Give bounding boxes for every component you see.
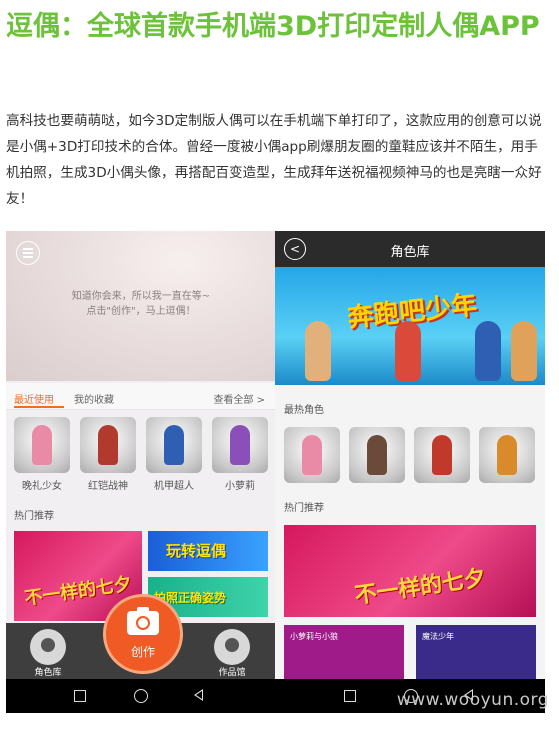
library-title: 角色库 bbox=[390, 245, 430, 260]
gallery-icon-glyph bbox=[225, 638, 239, 652]
recommend-title: 热门推荐 bbox=[284, 503, 324, 514]
nav-gallery-label[interactable]: 作品馆 bbox=[202, 665, 262, 678]
hot-characters-title: 最热角色 bbox=[284, 405, 324, 416]
splash-area: 知道你会来，所以我一直在等~ 点击"创作"，马上逗偶！ bbox=[6, 231, 275, 381]
recent-apps-icon[interactable] bbox=[74, 690, 86, 702]
running-banner[interactable]: 奔跑吧少年 bbox=[275, 267, 545, 385]
recent-apps-icon[interactable] bbox=[344, 690, 356, 702]
splash-line-1: 知道你会来，所以我一直在等~ bbox=[71, 291, 211, 302]
tab-favorites[interactable]: 我的收藏 bbox=[74, 391, 114, 406]
library-icon[interactable] bbox=[30, 629, 66, 665]
gallery-icon[interactable] bbox=[214, 629, 250, 665]
character-figure bbox=[367, 435, 387, 475]
banner-kid bbox=[305, 321, 331, 381]
library-header: < 角色库 bbox=[275, 231, 545, 267]
small-banner-text: 魔法少年 bbox=[422, 632, 454, 641]
menu-icon[interactable] bbox=[16, 241, 40, 265]
right-phone-screenshot: < 角色库 奔跑吧少年 最热角色 热门推荐 不一样的七夕 小萝莉与小狼 魔法少年 bbox=[275, 231, 545, 679]
banner-kid bbox=[475, 321, 501, 381]
watermark: www.wooyun.org bbox=[396, 690, 549, 710]
small-banner[interactable]: 小萝莉与小狼 bbox=[284, 625, 404, 679]
tabs-bar: 最近使用 我的收藏 查看全部 > bbox=[6, 383, 275, 410]
tab-underline bbox=[14, 406, 64, 408]
view-all-link[interactable]: 查看全部 > bbox=[213, 391, 265, 406]
article-paragraph: 高科技也要萌萌哒，如今3D定制版人偶可以在手机端下单打印了，这款应用的创意可以说… bbox=[6, 113, 542, 207]
create-label: 创作 bbox=[130, 645, 155, 659]
article-title: 逗偶：全球首款手机端3D打印定制人偶APP bbox=[6, 11, 540, 42]
character-figure bbox=[164, 425, 184, 465]
create-button[interactable]: 创作 bbox=[103, 594, 183, 674]
character-card[interactable] bbox=[414, 427, 470, 483]
character-name: 晚礼少女 bbox=[22, 481, 62, 492]
small-banner[interactable]: 魔法少年 bbox=[416, 625, 536, 679]
home-icon[interactable] bbox=[134, 689, 148, 703]
splash-text: 知道你会来，所以我一直在等~ 点击"创作"，马上逗偶！ bbox=[36, 289, 246, 319]
qixi-big-banner-text: 不一样的七夕 bbox=[353, 565, 488, 610]
character-card[interactable] bbox=[80, 417, 136, 473]
character-figure bbox=[230, 425, 250, 465]
character-card[interactable] bbox=[212, 417, 268, 473]
character-card[interactable] bbox=[479, 427, 535, 483]
character-card[interactable] bbox=[146, 417, 202, 473]
play-banner-text: 玩转逗偶 bbox=[166, 542, 227, 560]
camera-icon bbox=[127, 607, 159, 635]
banner-kid bbox=[511, 321, 537, 381]
character-name: 红铠战神 bbox=[88, 481, 128, 492]
character-figure bbox=[497, 435, 517, 475]
character-figure bbox=[98, 425, 118, 465]
small-banner-text: 小萝莉与小狼 bbox=[290, 632, 338, 641]
qixi-big-banner[interactable]: 不一样的七夕 bbox=[284, 525, 536, 617]
character-card[interactable] bbox=[349, 427, 405, 483]
character-name: 小萝莉 bbox=[225, 481, 255, 492]
play-banner[interactable]: 玩转逗偶 bbox=[148, 531, 268, 571]
character-card[interactable] bbox=[14, 417, 70, 473]
nav-library-label[interactable]: 角色库 bbox=[18, 665, 78, 678]
character-figure bbox=[432, 435, 452, 475]
character-figure bbox=[32, 425, 52, 465]
splash-line-2: 点击"创作"，马上逗偶！ bbox=[86, 306, 196, 317]
character-name: 机甲超人 bbox=[154, 481, 194, 492]
character-card[interactable] bbox=[284, 427, 340, 483]
character-figure bbox=[302, 435, 322, 475]
left-phone-screenshot: 知道你会来，所以我一直在等~ 点击"创作"，马上逗偶！ 最近使用 我的收藏 查看… bbox=[6, 231, 275, 679]
hot-section-title: 热门推荐 bbox=[14, 511, 54, 522]
banner-kid bbox=[395, 321, 421, 381]
library-icon-glyph bbox=[41, 638, 55, 652]
tab-recent[interactable]: 最近使用 bbox=[14, 391, 54, 406]
back-arrow-icon[interactable] bbox=[194, 689, 203, 701]
